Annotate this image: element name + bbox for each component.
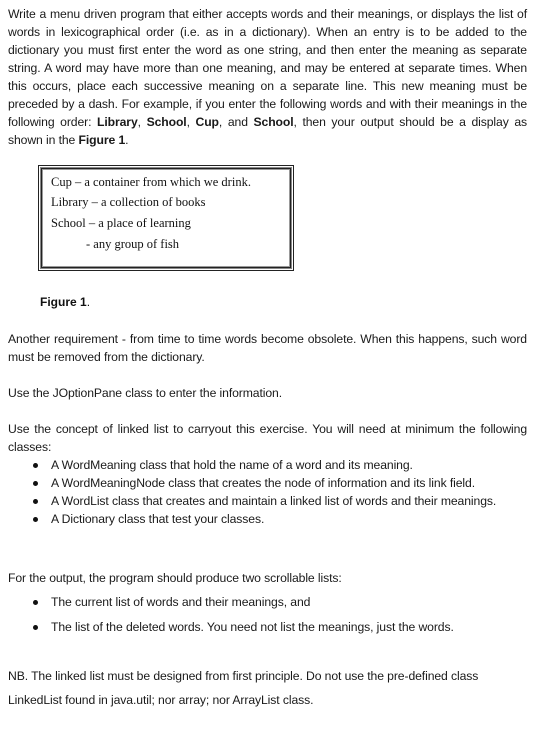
figure-caption: Figure 1. xyxy=(40,295,91,309)
list-item: The list of the deleted words. You need … xyxy=(8,618,533,636)
figure-box: Cup – a container from which we drink. L… xyxy=(38,165,294,271)
figure-reference: Figure 1 xyxy=(78,133,126,147)
bullet-icon xyxy=(33,600,38,605)
list-item: A WordMeaning class that hold the name o… xyxy=(8,456,533,474)
figure-line-library: Library – a collection of books xyxy=(51,195,206,209)
list-item: A Dictionary class that test your classe… xyxy=(8,510,533,528)
list-item: A WordMeaningNode class that creates the… xyxy=(8,474,533,492)
list-item: The current list of words and their mean… xyxy=(8,593,533,611)
figure-line-cup: Cup – a container from which we drink. xyxy=(51,175,251,189)
output-intro: For the output, the program should produ… xyxy=(8,571,342,585)
word-school: School xyxy=(146,115,187,129)
linked-list-paragraph: Use the concept of linked list to carryo… xyxy=(8,422,527,454)
nb-line-2: LinkedList found in java.util; nor array… xyxy=(8,693,314,707)
figure-line-school: School – a place of learning xyxy=(51,216,191,230)
classes-list: A WordMeaning class that hold the name o… xyxy=(8,456,533,528)
bullet-icon xyxy=(33,499,38,504)
output-list: The current list of words and their mean… xyxy=(8,593,533,636)
bullet-icon xyxy=(33,517,38,522)
word-library: Library xyxy=(97,115,138,129)
obsolete-paragraph: Another requirement - from time to time … xyxy=(8,332,527,364)
list-item: A WordList class that creates and mainta… xyxy=(8,492,533,510)
bullet-icon xyxy=(33,625,38,630)
figure-line-school-meaning-2: - any group of fish xyxy=(86,237,180,251)
word-school-2: School xyxy=(253,115,294,129)
word-cup: Cup xyxy=(195,115,220,129)
intro-paragraph: Write a menu driven program that either … xyxy=(8,7,527,147)
bullet-icon xyxy=(33,481,38,486)
nb-line-1: NB. The linked list must be designed fro… xyxy=(8,669,479,683)
joptionpane-paragraph: Use the JOptionPane class to enter the i… xyxy=(8,386,283,400)
bullet-icon xyxy=(33,463,38,468)
